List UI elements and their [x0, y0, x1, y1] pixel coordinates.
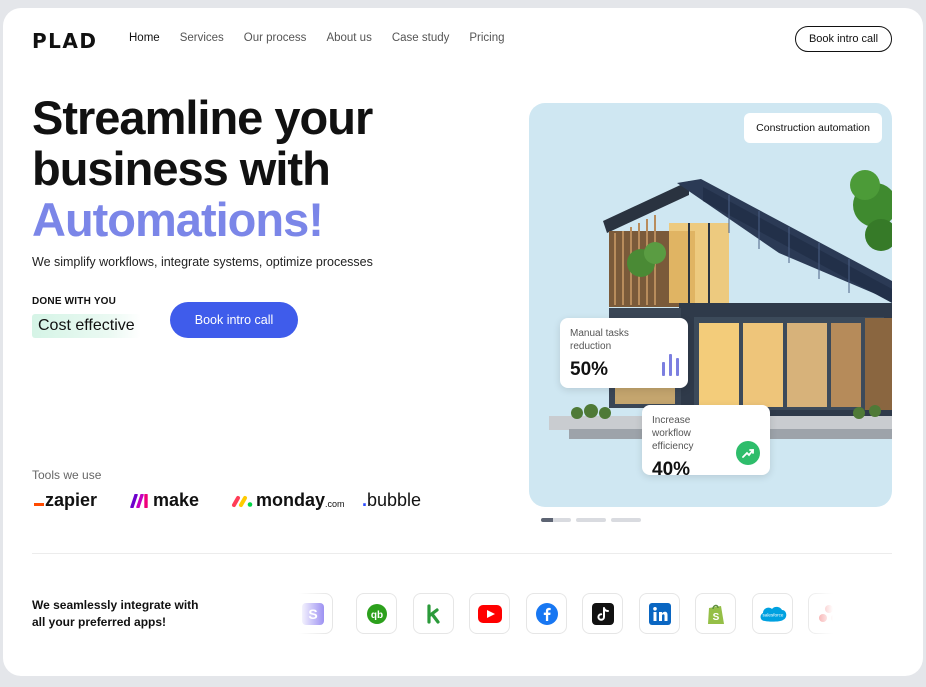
nav-home[interactable]: Home: [129, 32, 160, 44]
hero-title-line1: Streamline your: [32, 91, 373, 144]
tools-label: Tools we use: [32, 468, 102, 482]
hero-subtitle: We simplify workflows, integrate systems…: [32, 255, 373, 269]
integration-apps-row: S qb S salesforce: [299, 593, 833, 637]
salesforce-icon: salesforce: [752, 593, 793, 634]
stat-card-workflow-efficiency: Increase workflow efficiency 40%: [642, 405, 770, 480]
scroll-fade-left: [299, 593, 329, 637]
stat-card-manual-tasks: Manual tasks reduction 50%: [560, 318, 688, 388]
svg-text:qb: qb: [370, 610, 382, 621]
construction-automation-tag: Construction automation: [744, 113, 882, 143]
hero-title-line2: business with: [32, 142, 331, 195]
quickbooks-icon: qb: [356, 593, 397, 634]
zapier-logo: zapier: [34, 490, 97, 511]
carousel-dot-1[interactable]: [541, 518, 571, 522]
main-nav: Home Services Our process About us Case …: [129, 32, 525, 44]
carousel-dot-3[interactable]: [611, 518, 641, 522]
facebook-icon: [526, 593, 567, 634]
nav-pricing[interactable]: Pricing: [469, 32, 504, 44]
stat-label: Increase workflow efficiency: [652, 415, 694, 452]
cost-effective-highlight: Cost effective: [32, 314, 141, 338]
make-wordmark: make: [153, 490, 200, 510]
zapier-wordmark: zapier: [45, 490, 98, 510]
make-mark-icon: [130, 493, 148, 508]
bar-chart-icon: [662, 354, 679, 376]
tiktok-icon: [582, 593, 623, 634]
monday-suffix: .com: [325, 498, 345, 509]
section-divider: [32, 553, 892, 554]
done-with-you-label: DONE WITH YOU: [32, 296, 117, 307]
keap-icon: [413, 593, 454, 634]
header-book-call-button[interactable]: Book intro call: [795, 26, 892, 52]
youtube-icon: [469, 593, 510, 634]
carousel-indicators: [541, 518, 641, 522]
salesforce-text: salesforce: [762, 612, 783, 617]
growth-icon: [736, 441, 760, 465]
make-logo: make: [130, 490, 199, 511]
showcase-image: Construction automation Manual tasks red…: [529, 103, 892, 507]
nav-our-process[interactable]: Our process: [244, 32, 307, 44]
svg-text:S: S: [712, 612, 719, 623]
zapier-mark-icon: [34, 503, 44, 506]
linkedin-icon: [639, 593, 680, 634]
shopify-icon: S: [695, 593, 736, 634]
nav-about-us[interactable]: About us: [326, 32, 371, 44]
monday-wordmark: monday: [256, 490, 326, 510]
integrations-text-line2: all your preferred apps!: [32, 615, 167, 629]
hero-title-accent: Automations!: [32, 193, 324, 246]
integrations-text-line1: We seamlessly integrate with: [32, 598, 199, 612]
bubble-wordmark: bubble: [367, 490, 422, 510]
nav-services[interactable]: Services: [180, 32, 224, 44]
monday-mark-icon: [232, 495, 253, 507]
stat-label: Manual tasks reduction: [570, 328, 629, 352]
scroll-fade-right: [803, 593, 833, 637]
hero-title: Streamline your business with Automation…: [32, 91, 373, 246]
integrations-text: We seamlessly integrate with all your pr…: [32, 597, 199, 631]
logo[interactable]: PLAD: [32, 29, 97, 53]
hero-book-call-button[interactable]: Book intro call: [170, 302, 298, 338]
carousel-dot-2[interactable]: [576, 518, 606, 522]
monday-logo: monday .com: [231, 490, 345, 511]
page-card: PLAD Home Services Our process About us …: [3, 8, 923, 676]
bubble-logo: . bubble: [362, 490, 421, 511]
nav-case-study[interactable]: Case study: [392, 32, 450, 44]
